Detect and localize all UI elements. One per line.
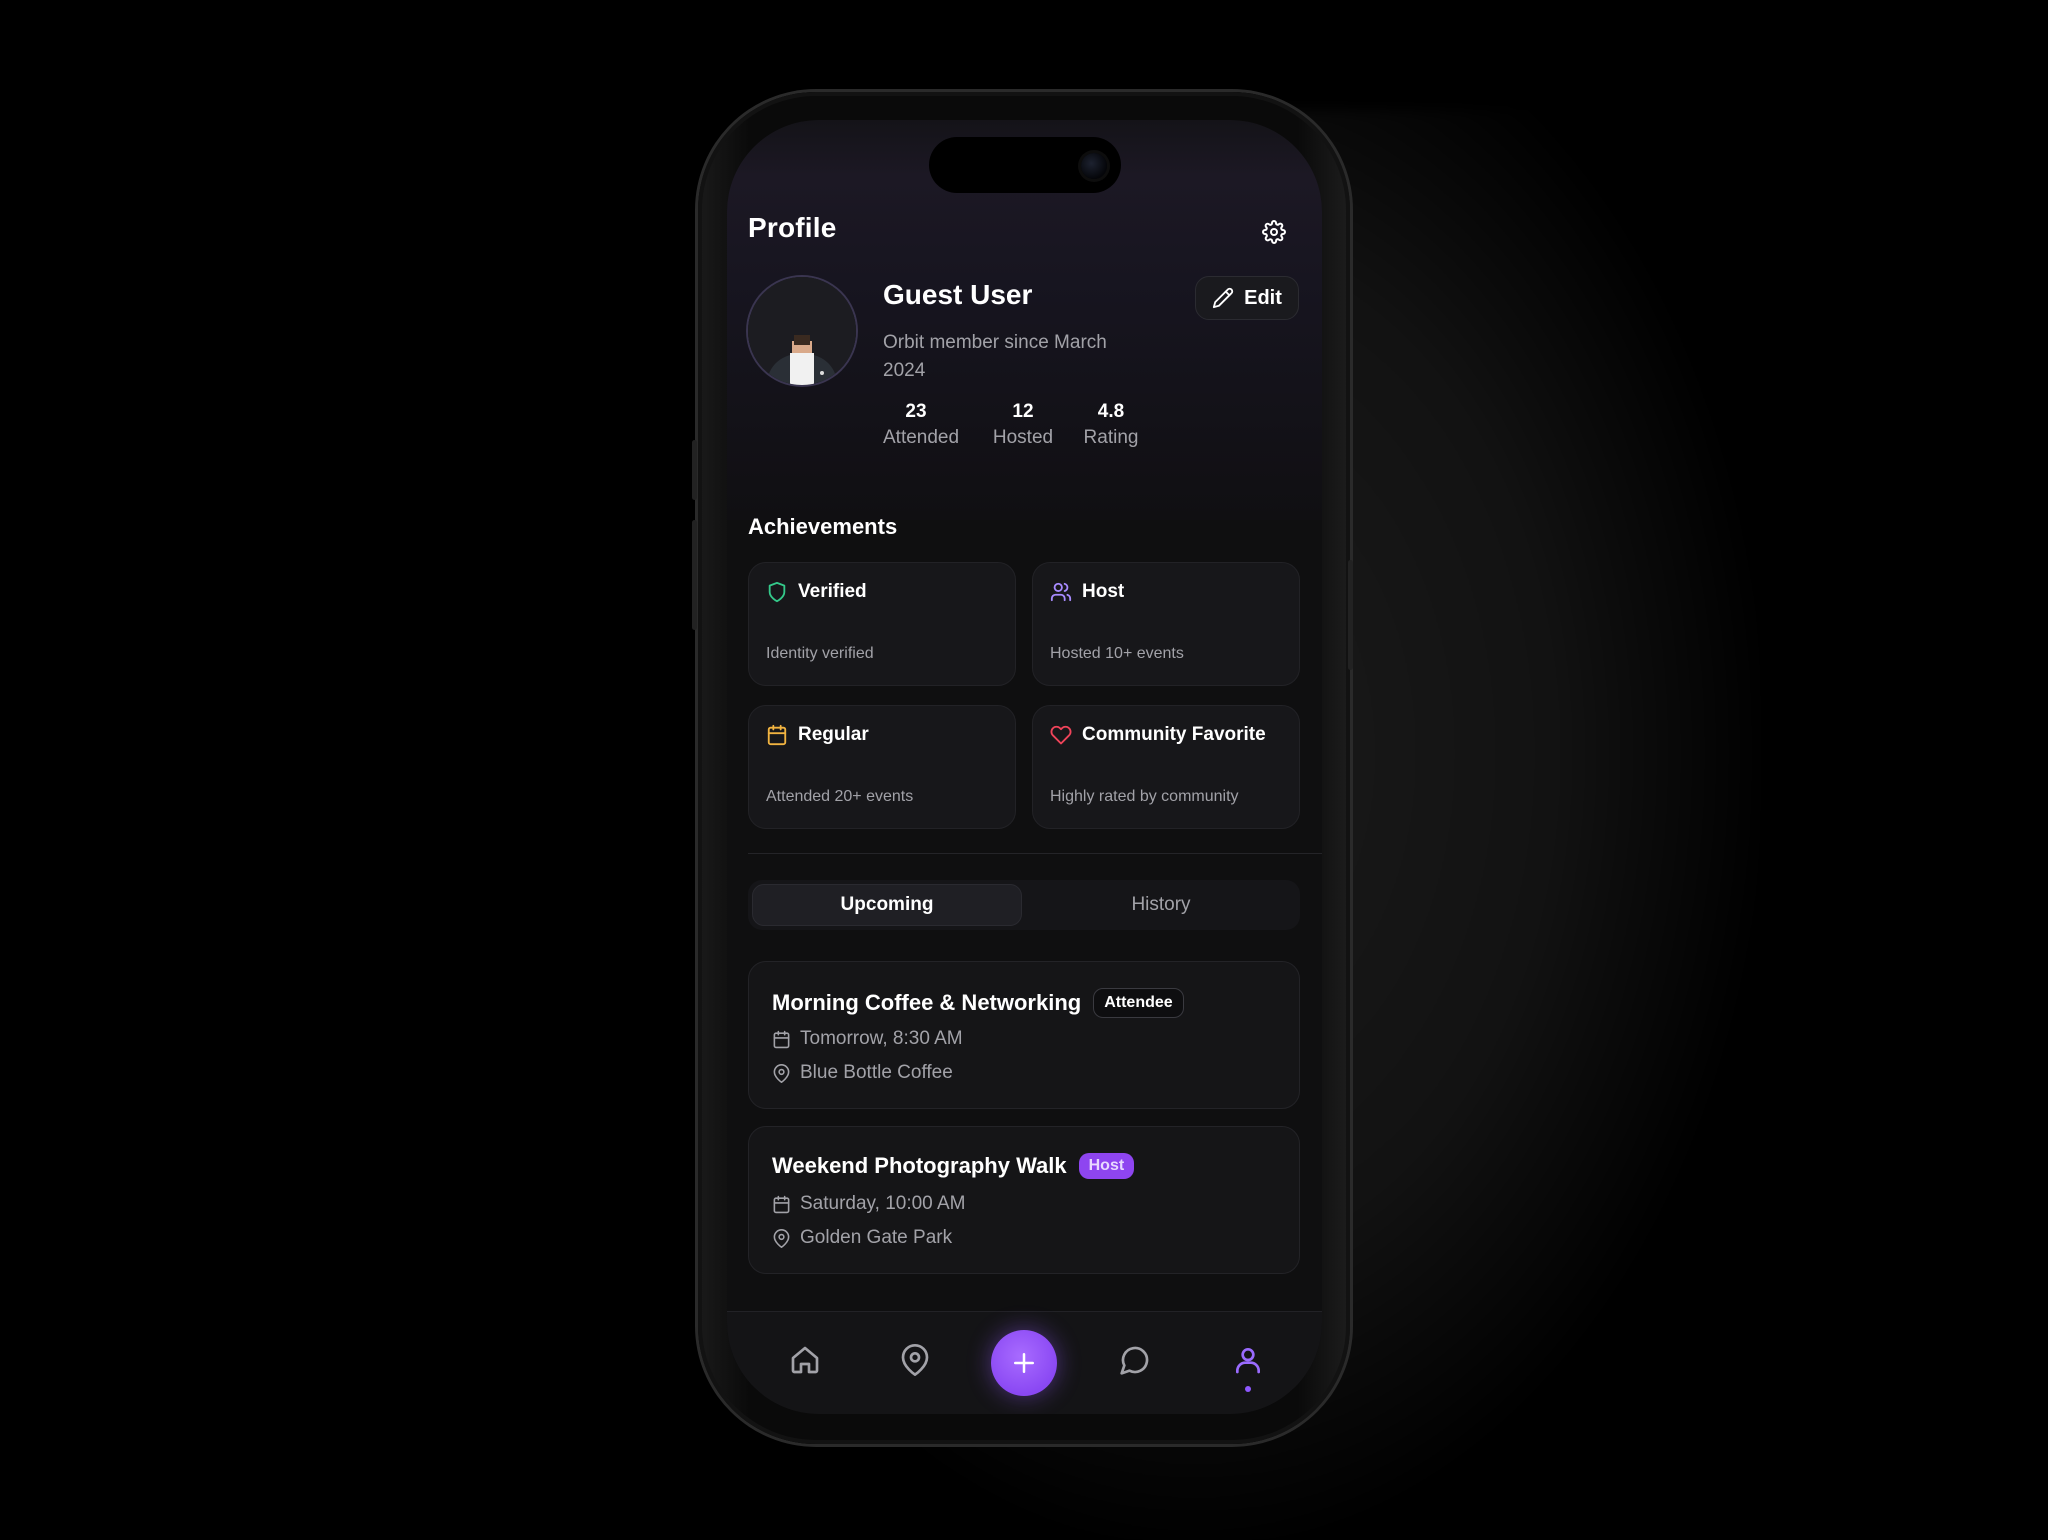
achievement-community-favorite[interactable]: Community Favorite Highly rated by commu… xyxy=(1032,705,1300,829)
tab-history[interactable]: History xyxy=(1026,884,1296,926)
map-pin-icon[interactable] xyxy=(899,1344,931,1376)
chat-icon[interactable] xyxy=(1119,1344,1151,1376)
achievement-desc: Hosted 10+ events xyxy=(1050,645,1184,662)
achievement-regular[interactable]: Regular Attended 20+ events xyxy=(748,705,1016,829)
heart-icon xyxy=(1050,725,1072,745)
achievement-host[interactable]: Host Hosted 10+ events xyxy=(1032,562,1300,686)
edit-label: Edit xyxy=(1244,286,1282,309)
event-time: Tomorrow, 8:30 AM xyxy=(800,1028,963,1049)
achievement-title: Verified xyxy=(798,581,867,602)
users-icon xyxy=(1050,582,1072,602)
divider xyxy=(748,853,1322,854)
event-card[interactable]: Morning Coffee & Networking Attendee Tom… xyxy=(748,961,1300,1109)
stat-hosted: 12 Hosted xyxy=(988,401,1058,449)
achievement-title: Regular xyxy=(798,724,869,745)
map-pin-icon xyxy=(773,1063,790,1083)
calendar-icon xyxy=(767,724,787,746)
achievement-title: Community Favorite xyxy=(1082,724,1266,745)
event-location: Golden Gate Park xyxy=(800,1227,953,1248)
avatar[interactable] xyxy=(748,277,856,385)
page-title: Profile xyxy=(748,212,837,243)
avatar-photo xyxy=(748,277,856,385)
calendar-icon xyxy=(773,1030,790,1048)
achievement-verified[interactable]: Verified Identity verified xyxy=(748,562,1016,686)
tab-upcoming[interactable]: Upcoming xyxy=(752,884,1022,926)
stat-label: Attended xyxy=(883,427,960,448)
stat-label: Hosted xyxy=(992,427,1054,448)
achievement-desc: Identity verified xyxy=(766,645,874,662)
stat-value: 4.8 xyxy=(1097,401,1125,422)
app-screen: Profile Guest User Orbit member since Ma… xyxy=(727,120,1322,1414)
stat-rating: 4.8 Rating xyxy=(1079,401,1143,449)
role-badge: Attendee xyxy=(1093,988,1184,1018)
map-pin-icon xyxy=(773,1228,790,1248)
plus-icon xyxy=(1014,1353,1034,1373)
event-card[interactable]: Weekend Photography Walk Host Saturday, … xyxy=(748,1126,1300,1274)
event-title: Morning Coffee & Networking xyxy=(772,990,1082,1015)
events-tabs: Upcoming History xyxy=(748,880,1300,930)
volume-down-button xyxy=(692,520,697,630)
calendar-icon xyxy=(773,1195,790,1213)
bottom-nav xyxy=(727,1311,1322,1414)
stat-label: Rating xyxy=(1083,427,1139,448)
event-title: Weekend Photography Walk xyxy=(772,1153,1067,1178)
member-since: Orbit member since March 2024 xyxy=(883,332,1107,381)
stat-attended: 23 Attended xyxy=(883,401,960,449)
volume-up-button xyxy=(692,440,697,500)
edit-profile-button[interactable]: Edit xyxy=(1195,276,1299,320)
event-time: Saturday, 10:00 AM xyxy=(800,1193,966,1214)
camera-icon xyxy=(1081,153,1107,179)
shield-icon xyxy=(768,581,786,603)
create-event-button[interactable] xyxy=(991,1330,1057,1396)
achievement-desc: Highly rated by community xyxy=(1050,788,1239,805)
active-indicator xyxy=(1245,1386,1251,1392)
achievement-title: Host xyxy=(1082,581,1125,602)
user-name: Guest User xyxy=(883,279,1033,310)
user-icon[interactable] xyxy=(1232,1344,1264,1376)
achievements-title: Achievements xyxy=(748,514,898,539)
achievement-desc: Attended 20+ events xyxy=(766,788,914,805)
home-icon[interactable] xyxy=(789,1344,821,1376)
pencil-icon xyxy=(1213,287,1234,309)
stat-value: 23 xyxy=(905,401,927,422)
dynamic-island xyxy=(929,137,1121,193)
stat-value: 12 xyxy=(1012,401,1034,422)
event-location: Blue Bottle Coffee xyxy=(800,1062,953,1083)
gear-icon[interactable] xyxy=(1262,220,1286,244)
power-button xyxy=(1348,560,1353,670)
role-badge: Host xyxy=(1078,1153,1135,1179)
